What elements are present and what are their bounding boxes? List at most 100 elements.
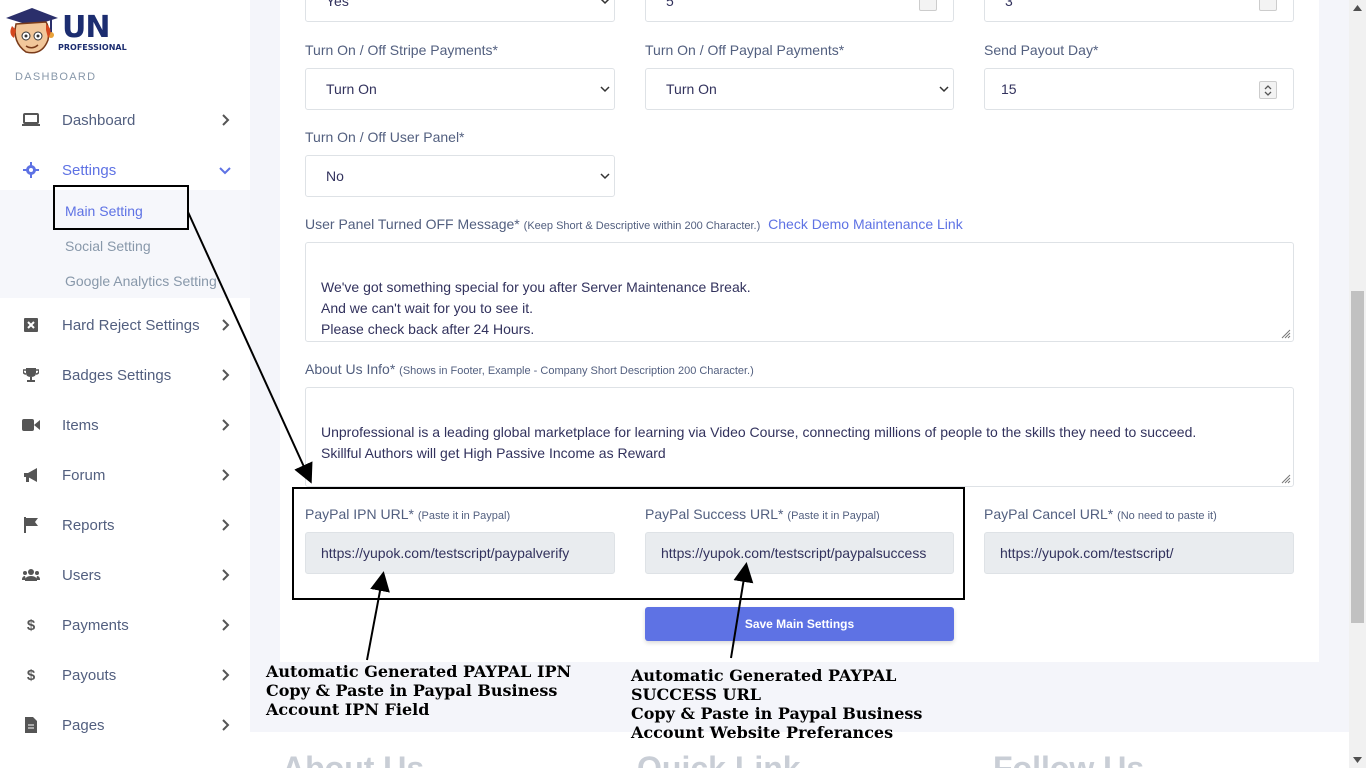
spinner-icon[interactable]	[1259, 0, 1277, 11]
resize-grip-icon[interactable]	[1279, 327, 1291, 339]
cancel-label-row: PayPal Cancel URL* (No need to paste it)	[984, 506, 1217, 522]
sidebar-item-pages[interactable]: Pages	[0, 700, 250, 750]
sidebar-item-label: Settings	[62, 161, 117, 179]
chevron-right-icon	[222, 519, 230, 531]
resize-grip-icon[interactable]	[1279, 472, 1291, 484]
sidebar-item-forum[interactable]: Forum	[0, 450, 250, 500]
sidebar-section-label: DASHBOARD	[15, 71, 97, 83]
about-hint: (Shows in Footer, Example - Company Shor…	[399, 365, 754, 377]
paypal-select[interactable]: Turn On	[645, 68, 954, 110]
about-textarea[interactable]: Unprofessional is a leading global marke…	[305, 387, 1294, 487]
scroll-up-icon[interactable]	[1353, 5, 1362, 11]
off-message-hint: (Keep Short & Descriptive within 200 Cha…	[523, 220, 761, 232]
success-annotation-note: Automatic Generated PAYPAL SUCCESS URL C…	[631, 666, 923, 742]
spinner-icon[interactable]	[919, 0, 937, 11]
about-label-row: About Us Info* (Shows in Footer, Example…	[305, 361, 754, 377]
select-value: Turn On	[326, 81, 377, 97]
user-panel-select[interactable]: No	[305, 155, 615, 197]
file-icon	[22, 716, 40, 734]
top-select-1[interactable]: Yes	[305, 0, 615, 22]
trophy-icon	[22, 366, 40, 384]
paypal-urls-highlight-box	[292, 487, 965, 600]
cancel-label: PayPal Cancel URL*	[984, 506, 1114, 522]
off-message-label-row: User Panel Turned OFF Message* (Keep Sho…	[305, 216, 963, 232]
stripe-label: Turn On / Off Stripe Payments*	[305, 42, 498, 58]
dollar-icon: $	[26, 616, 36, 634]
sidebar: UN PROFESSIONAL DASHBOARD Dashboard Sett…	[0, 0, 250, 768]
user-panel-label: Turn On / Off User Panel*	[305, 129, 465, 145]
chevron-right-icon	[222, 369, 230, 381]
textarea-value: Unprofessional is a leading global marke…	[321, 424, 1197, 461]
cancel-hint: (No need to paste it)	[1117, 510, 1217, 522]
laptop-icon	[22, 111, 40, 129]
spinner-icon[interactable]	[1259, 81, 1277, 99]
chevron-right-icon	[222, 669, 230, 681]
chevron-down-icon	[600, 173, 610, 180]
chevron-down-icon	[939, 86, 949, 93]
sidebar-item-users[interactable]: Users	[0, 550, 250, 600]
about-label: About Us Info*	[305, 361, 396, 377]
select-value: No	[326, 168, 344, 184]
chevron-right-icon	[222, 569, 230, 581]
sidebar-item-reports[interactable]: Reports	[0, 500, 250, 550]
close-square-icon	[22, 316, 40, 334]
check-demo-link[interactable]: Check Demo Maintenance Link	[768, 216, 963, 232]
top-number-input-2[interactable]: 5	[645, 0, 954, 22]
ipn-annotation-note: Automatic Generated PAYPAL IPN Copy & Pa…	[266, 662, 572, 719]
sidebar-item-label: Forum	[62, 466, 106, 484]
chevron-down-icon	[600, 0, 610, 5]
chevron-right-icon	[222, 419, 230, 431]
sidebar-item-dashboard[interactable]: Dashboard	[0, 95, 250, 145]
flag-icon	[22, 516, 40, 534]
video-icon	[22, 416, 40, 434]
select-value: Yes	[326, 0, 349, 9]
megaphone-icon	[22, 466, 40, 484]
logo-text: UN	[62, 10, 110, 45]
sidebar-item-payouts[interactable]: $ Payouts	[0, 650, 250, 700]
logo[interactable]: UN PROFESSIONAL	[2, 4, 127, 60]
sidebar-item-badges-settings[interactable]: Badges Settings	[0, 350, 250, 400]
sidebar-item-items[interactable]: Items	[0, 400, 250, 450]
sidebar-item-label: Dashboard	[62, 111, 136, 129]
input-value: 15	[1001, 81, 1017, 97]
footer-follow-title: Follow Us	[993, 750, 1145, 768]
sidebar-item-label: Items	[62, 416, 99, 434]
sidebar-item-label: Hard Reject Settings	[62, 316, 200, 334]
main-setting-highlight-box	[53, 185, 189, 230]
off-message-textarea[interactable]: We've got something special for you afte…	[305, 242, 1294, 342]
footer-quick-link-title: Quick Link	[637, 750, 801, 768]
input-value: 5	[666, 0, 674, 9]
scroll-thumb[interactable]	[1351, 291, 1364, 623]
input-value: 3	[1005, 0, 1013, 9]
sidebar-item-label: Payouts	[62, 666, 117, 684]
payout-day-input[interactable]: 15	[984, 68, 1294, 110]
select-value: Turn On	[666, 81, 717, 97]
chevron-right-icon	[222, 319, 230, 331]
sidebar-item-payments[interactable]: $ Payments	[0, 600, 250, 650]
save-main-settings-button[interactable]: Save Main Settings	[645, 607, 954, 641]
stripe-select[interactable]: Turn On	[305, 68, 615, 110]
sidebar-item-hard-reject-settings[interactable]: Hard Reject Settings	[0, 300, 250, 350]
sidebar-item-label: Badges Settings	[62, 366, 172, 384]
chevron-down-icon	[219, 167, 231, 175]
users-icon	[22, 566, 40, 584]
footer-about-title: About Us	[282, 750, 425, 768]
payout-day-label: Send Payout Day*	[984, 42, 1099, 58]
submenu-item-google-analytics[interactable]: Google Analytics Setting	[65, 273, 217, 289]
page-scrollbar[interactable]	[1349, 0, 1366, 768]
sidebar-item-label: Users	[62, 566, 102, 584]
chevron-right-icon	[222, 114, 230, 126]
gear-icon	[22, 161, 40, 179]
paypal-label: Turn On / Off Paypal Payments*	[645, 42, 845, 58]
input-value: https://yupok.com/testscript/	[1000, 545, 1174, 561]
scroll-down-icon[interactable]	[1353, 757, 1362, 763]
cancel-url-field[interactable]: https://yupok.com/testscript/	[984, 532, 1294, 574]
top-number-input-3[interactable]: 3	[984, 0, 1294, 22]
sidebar-item-label: Reports	[62, 516, 115, 534]
sidebar-item-label: Payments	[62, 616, 129, 634]
chevron-right-icon	[222, 469, 230, 481]
dollar-icon: $	[26, 666, 36, 684]
sidebar-item-label: Pages	[62, 716, 105, 734]
off-message-label: User Panel Turned OFF Message*	[305, 216, 520, 232]
submenu-item-social-setting[interactable]: Social Setting	[65, 238, 151, 254]
